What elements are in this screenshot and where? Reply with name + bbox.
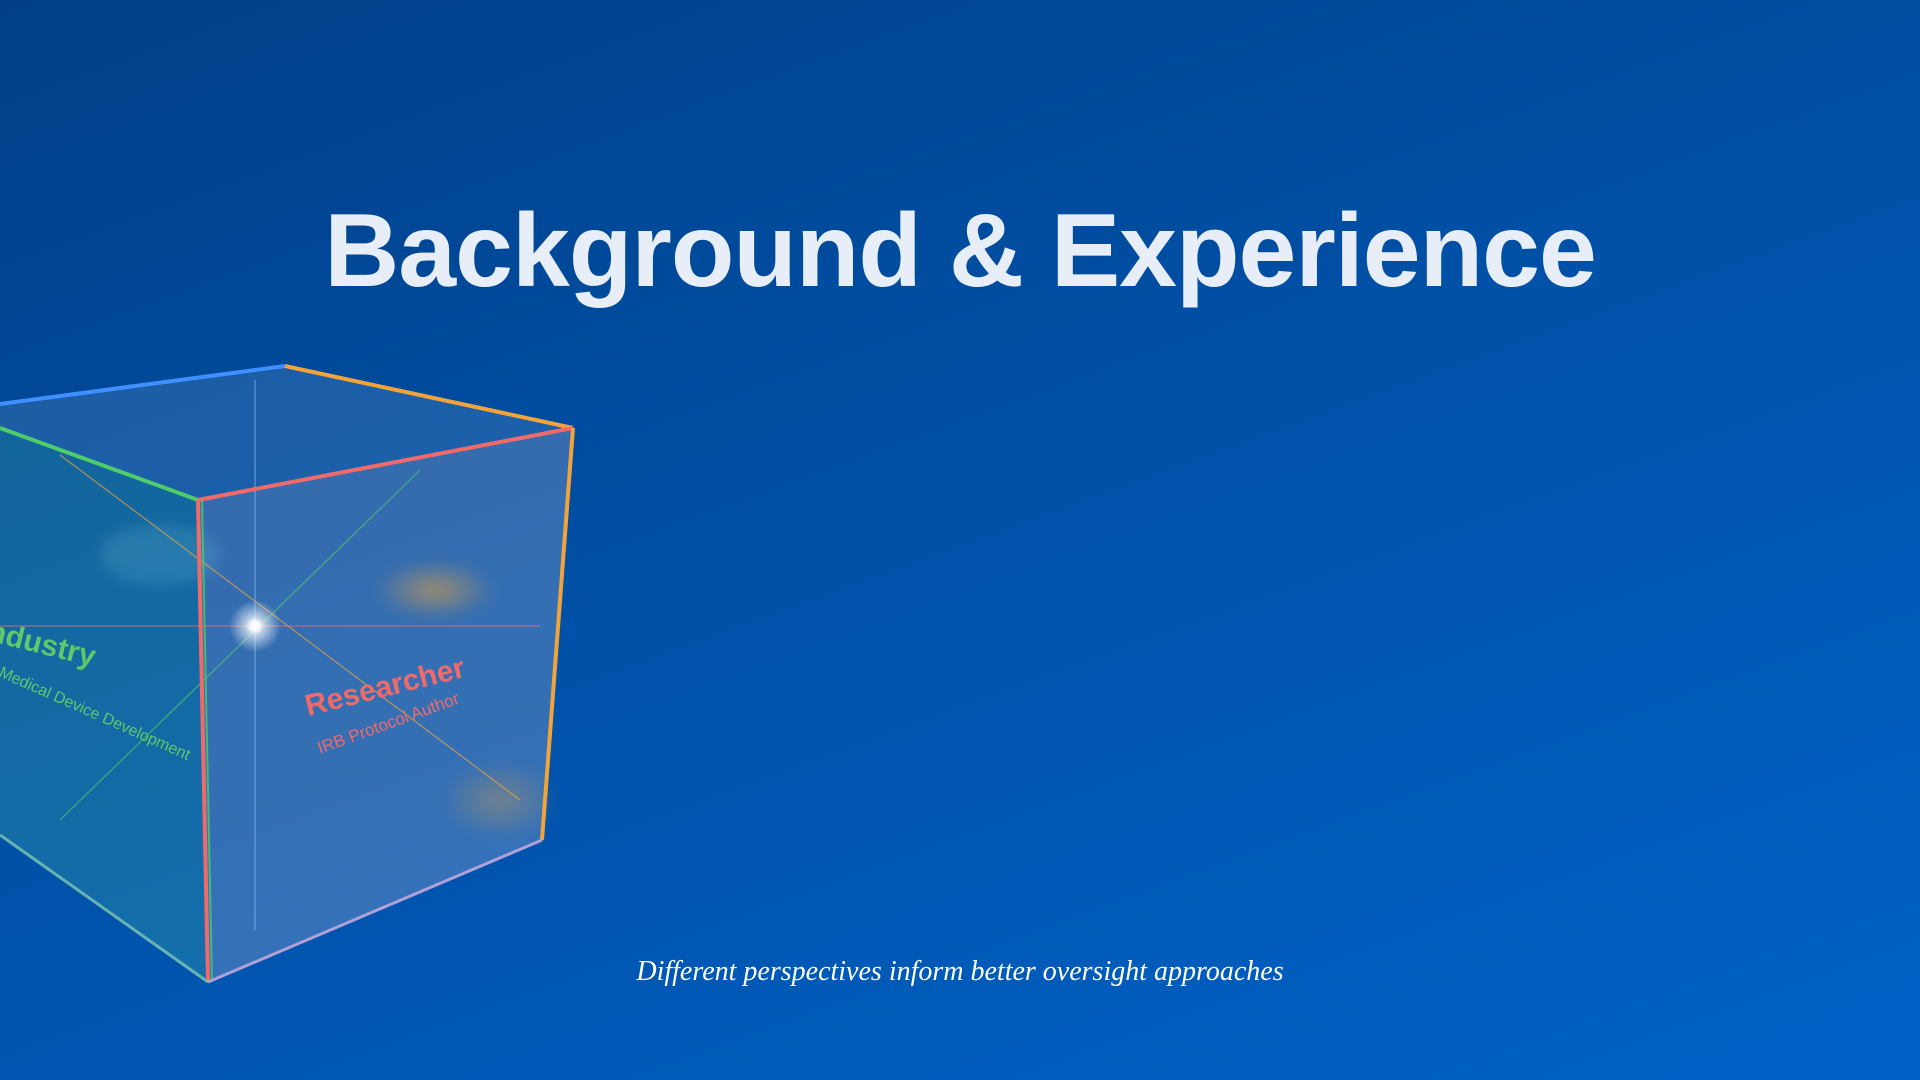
slide-caption: Different perspectives inform better ove… bbox=[636, 956, 1284, 987]
cube-face-researcher bbox=[198, 428, 573, 982]
perspective-cube: Industry Medical Device Development Rese… bbox=[0, 364, 575, 984]
slide-title: Background & Experience bbox=[324, 193, 1597, 309]
cube-face-industry bbox=[0, 428, 208, 982]
cube-lens-flare-core bbox=[249, 620, 261, 632]
cube-orange-glow bbox=[375, 560, 495, 620]
